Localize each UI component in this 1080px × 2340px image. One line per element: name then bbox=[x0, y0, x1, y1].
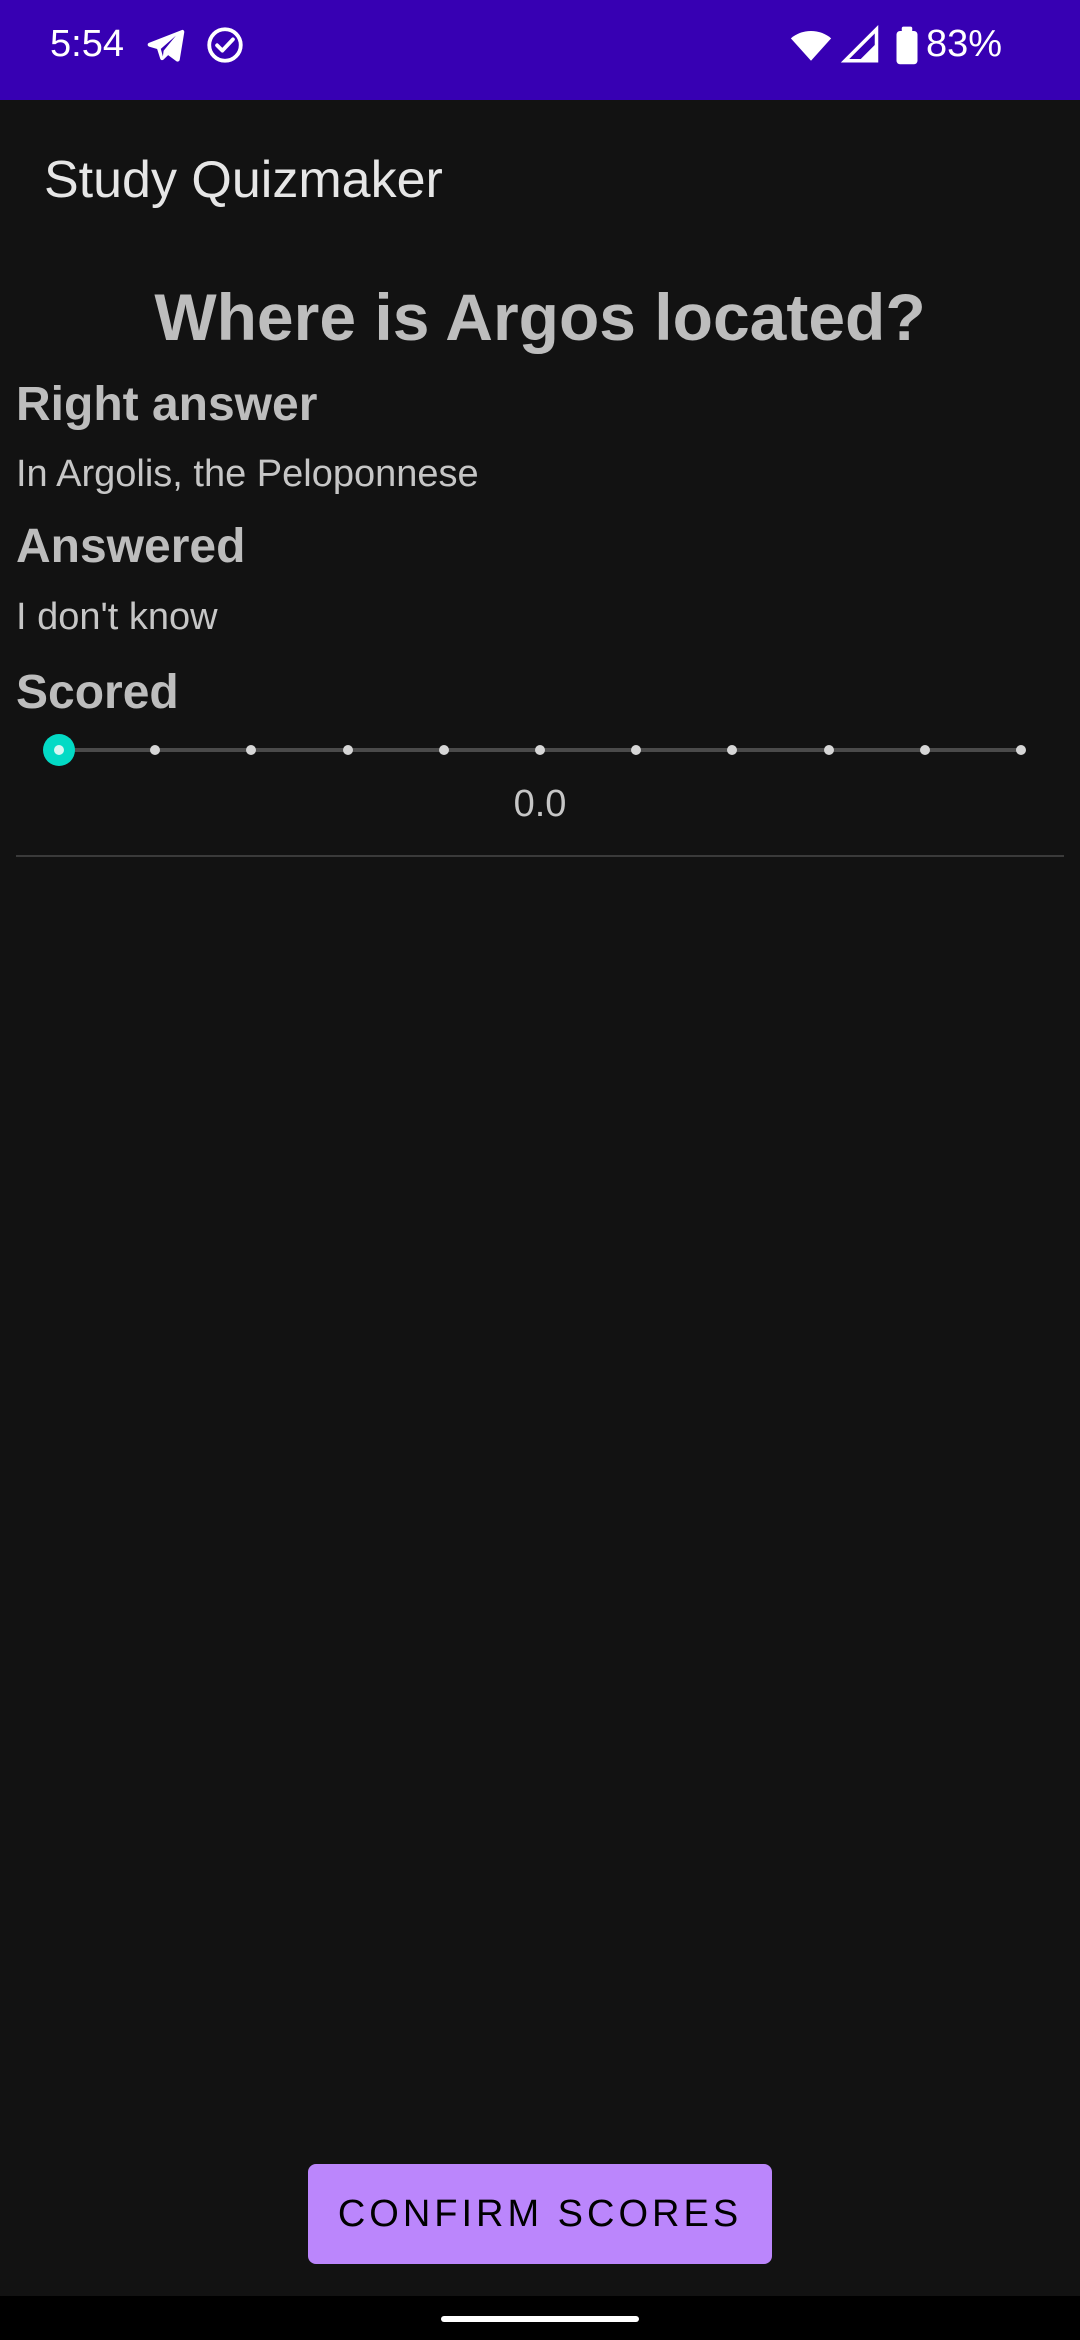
gesture-handle[interactable] bbox=[441, 2316, 639, 2322]
scored-label: Scored bbox=[16, 666, 179, 719]
right-answer-value: In Argolis, the Peloponnese bbox=[16, 453, 479, 495]
check-circle-icon bbox=[207, 27, 243, 63]
battery-percentage: 83% bbox=[925, 23, 1002, 65]
signal-icon bbox=[840, 25, 879, 63]
right-answer-label: Right answer bbox=[16, 378, 318, 431]
answered-value: I don't know bbox=[16, 596, 218, 638]
slider-tick bbox=[150, 745, 161, 755]
score-value: 0.0 bbox=[513, 783, 567, 825]
navigation-bar bbox=[0, 2296, 1080, 2340]
slider-tick bbox=[631, 745, 642, 755]
slider-tick bbox=[727, 745, 738, 755]
divider bbox=[16, 855, 1064, 857]
telegram-icon bbox=[147, 29, 185, 62]
slider-tick bbox=[919, 745, 930, 755]
slider-tick bbox=[823, 745, 834, 755]
slider-tick bbox=[246, 745, 257, 755]
question-title: Where is Argos located? bbox=[154, 280, 926, 354]
slider-tick bbox=[1016, 745, 1026, 755]
answered-label: Answered bbox=[16, 520, 246, 573]
slider-thumb[interactable] bbox=[43, 734, 75, 766]
status-time: 5:54 bbox=[50, 23, 124, 65]
app-title: Study Quizmaker bbox=[44, 151, 443, 209]
wifi-icon bbox=[790, 31, 832, 61]
confirm-scores-button[interactable]: CONFIRM SCORES bbox=[308, 2164, 772, 2264]
slider-tick bbox=[342, 745, 353, 755]
battery-icon bbox=[896, 26, 918, 65]
status-bar: 5:54 83% bbox=[0, 0, 1080, 100]
slider-tick bbox=[438, 745, 449, 755]
slider-tick bbox=[535, 745, 545, 755]
score-slider[interactable] bbox=[43, 730, 1026, 770]
